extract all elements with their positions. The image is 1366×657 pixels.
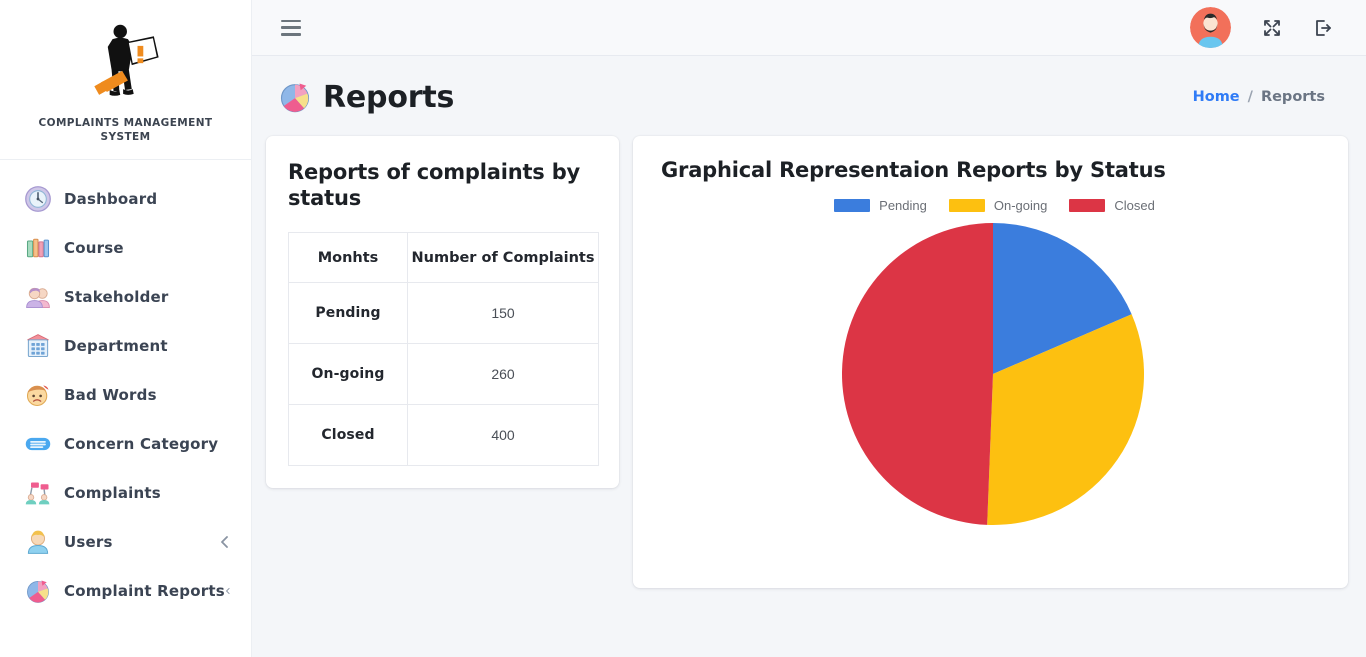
sidebar-nav: Dashboard Course Stakeholder Department … (0, 160, 251, 615)
brand-name: COMPLAINTS MANAGEMENT SYSTEM (38, 117, 213, 143)
main-area: Reports Home / Reports Reports of compla… (252, 0, 1366, 657)
sidebar-item-label: Department (64, 336, 168, 355)
protest-people-icon (25, 482, 50, 504)
sidebar-item-dashboard[interactable]: Dashboard (0, 174, 251, 223)
legend-swatch (1069, 198, 1106, 212)
reports-table-head: Monhts Number of Complaints (288, 232, 599, 284)
content-area: Reports of complaints by status Monhts N… (252, 118, 1366, 588)
building-icon (27, 333, 49, 357)
sidebar-item-concern-category[interactable]: Concern Category (0, 419, 251, 468)
sidebar-item-label: Bad Words (64, 385, 157, 404)
logout-icon[interactable] (1313, 18, 1333, 38)
sidebar-item-users[interactable]: Users (0, 517, 251, 566)
pie-chart-icon (27, 580, 49, 603)
cell-count: 400 (407, 404, 599, 467)
sidebar-item-stakeholder[interactable]: Stakeholder (0, 272, 251, 321)
brand-header[interactable]: COMPLAINTS MANAGEMENT SYSTEM (0, 0, 251, 160)
user-icon (27, 530, 49, 554)
table-row: On-going 260 (288, 343, 599, 406)
legend-label: Pending (879, 197, 927, 213)
legend-item-ongoing[interactable]: On-going (948, 197, 1048, 213)
angry-face-icon (26, 384, 49, 406)
reports-table-card: Reports of complaints by status Monhts N… (266, 136, 619, 489)
sidebar-item-label: Users (64, 532, 113, 551)
cell-count: 260 (407, 343, 599, 406)
books-icon (26, 238, 50, 257)
sidebar: COMPLAINTS MANAGEMENT SYSTEM Dashboard C… (0, 0, 252, 657)
reports-table-title: Reports of complaints by status (288, 160, 581, 210)
sidebar-item-course[interactable]: Course (0, 223, 251, 272)
column-header-months: Monhts (288, 232, 408, 284)
sidebar-item-label: Dashboard (64, 189, 158, 208)
legend-swatch (834, 198, 871, 212)
sidebar-item-label: Complaints (64, 483, 161, 502)
stacked-lines-icon (25, 437, 51, 450)
cell-status: Closed (288, 404, 408, 467)
pie-chart-icon (280, 83, 310, 113)
legend-item-closed[interactable]: Closed (1069, 197, 1155, 213)
sidebar-item-complaints[interactable]: Complaints (0, 468, 251, 517)
legend-label: On-going (993, 197, 1048, 213)
legend-item-pending[interactable]: Pending (834, 198, 927, 213)
chevron-left-icon[interactable] (219, 535, 231, 548)
dashboard-gauge-icon (25, 185, 51, 212)
table-row: Pending 150 (288, 282, 599, 345)
breadcrumb-separator: / (1247, 89, 1253, 105)
table-row: Closed 400 (288, 404, 599, 467)
chart-title: Graphical Representaion Reports by Statu… (661, 158, 1166, 182)
fullscreen-expand-icon[interactable] (1262, 18, 1282, 38)
sidebar-item-complaint-reports[interactable]: Complaint Reports (0, 566, 251, 615)
cell-status: Pending (288, 282, 408, 345)
column-header-number-of-complaints: Number of Complaints (407, 232, 599, 284)
sidebar-item-label: Course (64, 238, 124, 257)
chart-card: Graphical Representaion Reports by Statu… (633, 136, 1348, 588)
pie-slice-closed[interactable] (841, 222, 993, 525)
complaint-person-logo-icon (93, 25, 159, 97)
pie-chart-area: Pending On-going Closed (661, 198, 1328, 527)
legend-label: Closed (1114, 197, 1155, 213)
table-header-row: Monhts Number of Complaints (288, 232, 599, 284)
breadcrumb-home-link[interactable]: Home (1193, 89, 1240, 105)
legend-swatch (948, 198, 985, 212)
app-root: COMPLAINTS MANAGEMENT SYSTEM Dashboard C… (0, 0, 1366, 657)
hamburger-menu-icon[interactable] (281, 19, 301, 36)
pie-chart[interactable] (840, 221, 1150, 527)
sidebar-item-department[interactable]: Department (0, 321, 251, 370)
topbar (252, 0, 1366, 56)
topbar-actions (1190, 7, 1333, 48)
sidebar-item-label: Complaint Reports (64, 581, 225, 600)
sidebar-item-label: Concern Category (64, 434, 219, 453)
sidebar-item-label: Stakeholder (64, 287, 169, 306)
user-avatar[interactable] (1190, 7, 1231, 48)
chart-legend: Pending On-going Closed (834, 198, 1155, 213)
page-title: Reports (323, 79, 455, 115)
breadcrumb: Home / Reports (1193, 89, 1325, 105)
chevron-left-icon[interactable] (225, 585, 231, 597)
breadcrumb-current: Reports (1260, 89, 1325, 105)
cell-status: On-going (288, 343, 408, 406)
cell-count: 150 (407, 282, 599, 345)
reports-table: Monhts Number of Complaints Pending 150 … (288, 232, 599, 467)
page-header: Reports Home / Reports (252, 56, 1366, 118)
page-title-wrap: Reports (277, 79, 454, 115)
people-icon (26, 287, 50, 308)
reports-table-body: Pending 150 On-going 260 Closed 400 (288, 282, 599, 467)
sidebar-item-bad-words[interactable]: Bad Words (0, 370, 251, 419)
